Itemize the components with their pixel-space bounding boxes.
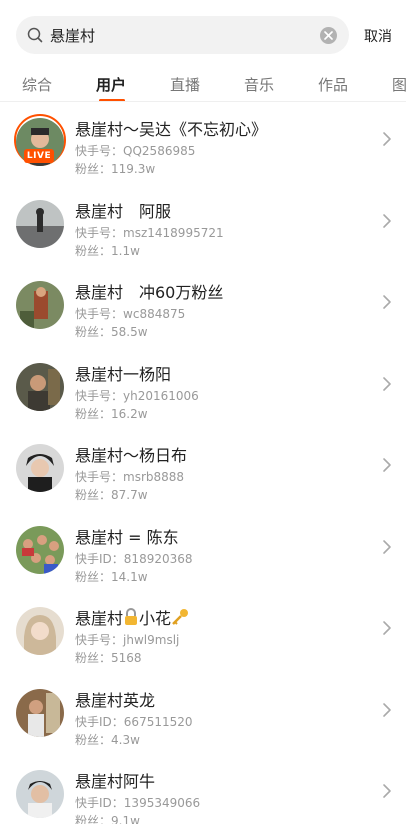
avatar[interactable] [16,770,64,818]
user-id: 快手ID：1395349066 [75,796,201,810]
user-name: 悬崖村 小花 [75,605,189,629]
chevron-right-icon[interactable] [382,213,392,229]
user-fans: 粉丝：87.7w [75,488,148,502]
tab-works[interactable]: 作品 [318,74,348,95]
lock-icon [125,608,138,625]
tab-users[interactable]: 用户 [96,74,126,95]
user-name: 悬崖村英龙 [75,690,156,710]
user-id: 快手号：msrb8888 [75,470,185,484]
user-row[interactable]: 悬崖村一杨阳 快手号：yh20161006 粉丝：16.2w [0,347,406,429]
chevron-right-icon[interactable] [382,376,392,392]
user-name: 悬崖村一杨阳 [75,364,172,384]
user-row[interactable]: LIVE 悬崖村～吴达《不忘初心》 快手号：QQ2586985 粉丝：119.3… [0,102,406,184]
user-row[interactable]: 悬崖村 = 陈东 快手ID：818920368 粉丝：14.1w [0,510,406,592]
avatar[interactable] [16,199,64,248]
user-fans: 粉丝：16.2w [75,406,148,421]
close-icon [324,31,333,40]
user-id: 快手号：yh20161006 [75,388,199,403]
user-name: 悬崖村 = 陈东 [75,527,179,547]
user-row[interactable]: 悬崖村英龙 快手ID：667511520 粉丝：4.3w [0,673,406,755]
user-id: 快手ID：818920368 [75,551,193,566]
chevron-right-icon[interactable] [382,539,392,555]
user-fans: 粉丝：5168 [75,651,142,665]
user-fans: 粉丝：119.3w [75,162,156,176]
user-id: 快手号：wc884875 [75,307,186,321]
avatar[interactable] [16,688,64,737]
avatar[interactable] [16,525,64,574]
avatar[interactable] [16,444,64,492]
user-row[interactable]: 悬崖村 冲60万粉丝 快手号：wc884875 粉丝：58.5w [0,265,406,347]
user-fans: 粉丝：1.1w [75,243,140,258]
chevron-right-icon[interactable] [382,702,392,718]
user-name: 悬崖村 阿服 [75,201,172,221]
chevron-right-icon[interactable] [382,294,392,310]
user-name: 悬崖村阿牛 [75,772,156,791]
user-fans: 粉丝：9.1w [75,814,140,824]
user-name: 悬崖村 冲60万粉丝 [75,283,224,302]
tab-images[interactable]: 图 [392,74,406,95]
user-fans: 粉丝：58.5w [75,325,148,339]
search-input[interactable] [50,16,310,54]
chevron-right-icon[interactable] [382,783,392,799]
user-fans: 粉丝：4.3w [75,732,140,747]
chevron-right-icon[interactable] [382,620,392,636]
user-id: 快手号：msz1418995721 [75,225,224,240]
avatar[interactable] [16,362,64,411]
search-icon [27,27,43,43]
user-id: 快手号：jhwl9mslj [75,633,180,647]
user-id: 快手号：QQ2586985 [75,144,196,158]
cancel-button[interactable]: 取消 [364,26,392,46]
search-tabs: 综合 用户 直播 音乐 作品 图 [0,64,406,102]
user-fans: 粉丝：14.1w [75,569,148,584]
tab-music[interactable]: 音乐 [244,74,274,95]
live-badge: LIVE [24,149,54,163]
avatar[interactable] [16,607,64,655]
key-icon [172,609,189,625]
user-name: 悬崖村～吴达《不忘初心》 [75,120,268,139]
user-list: LIVE 悬崖村～吴达《不忘初心》 快手号：QQ2586985 粉丝：119.3… [0,102,406,824]
clear-search-button[interactable] [320,27,337,44]
tab-comprehensive[interactable]: 综合 [22,74,52,95]
avatar[interactable] [16,281,64,329]
user-row[interactable]: 悬崖村阿牛 快手ID：1395349066 粉丝：9.1w [0,754,406,824]
user-row[interactable]: 悬崖村 小花 快手号：jhwl9mslj 粉丝：5168 [0,591,406,673]
search-bar[interactable] [16,16,349,54]
user-row[interactable]: 悬崖村～杨日布 快手号：msrb8888 粉丝：87.7w [0,428,406,510]
chevron-right-icon[interactable] [382,457,392,473]
user-row[interactable]: 悬崖村 阿服 快手号：msz1418995721 粉丝：1.1w [0,184,406,266]
chevron-right-icon[interactable] [382,131,392,147]
user-name: 悬崖村～杨日布 [75,446,188,465]
user-id: 快手ID：667511520 [75,714,193,729]
tab-live[interactable]: 直播 [170,74,200,95]
